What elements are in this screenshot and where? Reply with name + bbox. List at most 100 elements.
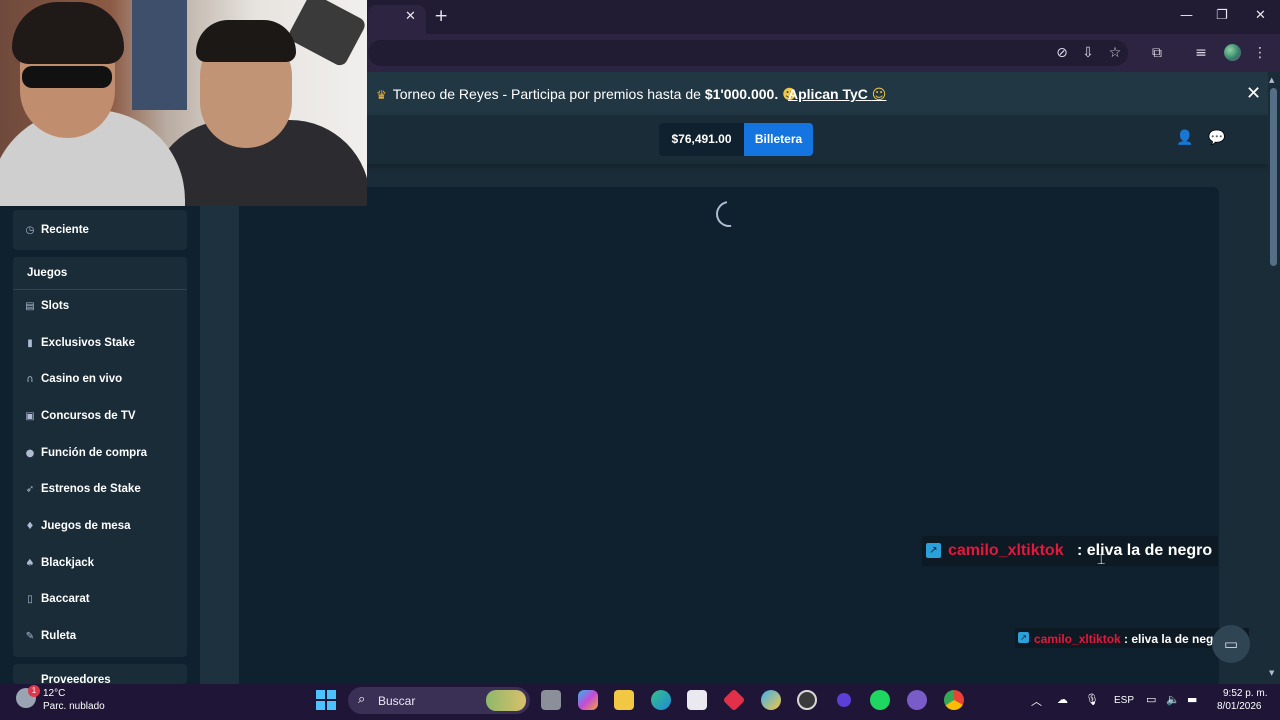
sidebar-item-slots[interactable]: ▤ Slots: [13, 290, 187, 326]
card-icon: ▯: [27, 594, 33, 605]
battery-icon[interactable]: ▬: [1187, 693, 1197, 706]
webcam-overlay: [0, 0, 367, 206]
user-icon[interactable]: 👤: [1176, 130, 1193, 146]
address-bar[interactable]: [368, 40, 1128, 66]
chat-overlay-large: ↗ camilo_xltiktok : eliva la de negro: [922, 536, 1218, 566]
sidebar-item-table-games[interactable]: ♦ Juegos de mesa: [13, 510, 187, 546]
sidebar-item-label: Baccarat: [41, 593, 90, 605]
sidebar-item-label: Juegos de mesa: [41, 520, 131, 532]
search-icon: ⌕: [358, 692, 366, 707]
spade-icon: ♠: [25, 558, 35, 569]
crown-icon: ♛: [376, 88, 387, 102]
sidebar-item-blackjack[interactable]: ♠ Blackjack: [13, 547, 187, 583]
sidebar-item-label: Casino en vivo: [41, 373, 123, 385]
sidebar-item-label: Función de compra: [41, 447, 148, 459]
search-label: Buscar: [378, 694, 416, 708]
coin-icon: ●: [25, 448, 35, 459]
language-indicator[interactable]: ESP: [1114, 695, 1134, 706]
sidebar-item-label: Concursos de TV: [41, 410, 136, 422]
file-explorer-icon[interactable]: [614, 690, 634, 710]
bookmark-star-icon[interactable]: ☆: [1106, 44, 1124, 62]
mouse-cursor-icon: ⌶: [1097, 552, 1106, 568]
scrollbar-thumb[interactable]: [1270, 88, 1277, 266]
app-multicolor-icon[interactable]: [761, 690, 781, 710]
restore-icon[interactable]: ❐: [1216, 8, 1228, 23]
game-panel: [239, 187, 1219, 684]
main-left-strip: [200, 187, 239, 684]
weather-description[interactable]: Parc. nublado: [43, 701, 105, 712]
spotify-icon[interactable]: [870, 690, 890, 710]
terms-link-label: Aplican TyC: [788, 86, 868, 102]
onedrive-icon[interactable]: ☁: [1057, 693, 1068, 706]
microphone-icon[interactable]: 🎙: [1085, 693, 1099, 706]
sidebar-item-roulette[interactable]: ✎ Ruleta: [13, 620, 187, 656]
sidebar-item-recent[interactable]: ◷ Reciente: [13, 214, 187, 250]
tray-overflow-icon[interactable]: ︿: [1031, 693, 1042, 709]
windows-start-icon[interactable]: [316, 690, 336, 710]
weather-temperature[interactable]: 12°C: [43, 688, 65, 699]
sidebar-item-label: Reciente: [41, 224, 89, 236]
sidebar-item-label: Slots: [41, 300, 70, 312]
live-chat-button[interactable]: ▭: [1212, 625, 1250, 663]
rocket-icon: ➶: [25, 484, 35, 495]
edge-icon[interactable]: [651, 690, 671, 710]
sidebar-item-live-casino[interactable]: ∩ Casino en vivo: [13, 363, 187, 399]
roulette-icon: ✎: [25, 631, 35, 642]
tab-close-icon[interactable]: ✕: [405, 9, 416, 24]
banner-close-icon[interactable]: ✕: [1246, 83, 1261, 104]
window-close-icon[interactable]: ✕: [1255, 8, 1266, 23]
chat-icon[interactable]: 💬: [1208, 130, 1225, 146]
sidebar-item-exclusives[interactable]: ▮ Exclusivos Stake: [13, 327, 187, 363]
extensions-icon[interactable]: ⧉: [1148, 44, 1166, 62]
sidebar-item-label: Ruleta: [41, 630, 77, 642]
chat-app-icon[interactable]: [907, 690, 927, 710]
copilot-icon[interactable]: [578, 690, 598, 710]
store-icon[interactable]: [687, 690, 707, 710]
sidebar-providers-card[interactable]: Proveedores: [13, 664, 187, 684]
scroll-up-icon[interactable]: ▲: [1269, 76, 1274, 84]
chrome-icon[interactable]: [944, 690, 964, 710]
drop-icon: ♦: [25, 521, 35, 532]
browser-tab[interactable]: [368, 5, 426, 34]
clock-icon: ◷: [25, 225, 35, 236]
new-tab-icon[interactable]: +: [434, 6, 448, 26]
sidebar-item-stake-releases[interactable]: ➶ Estrenos de Stake: [13, 473, 187, 509]
sidebar-item-tv-contests[interactable]: ▣ Concursos de TV: [13, 400, 187, 436]
sidebar-item-label: Estrenos de Stake: [41, 483, 141, 495]
slots-icon: ▤: [25, 301, 35, 312]
minimize-icon[interactable]: —: [1180, 8, 1193, 23]
sidebar-item-label: Proveedores: [41, 674, 111, 684]
sidebar-item-buy-feature[interactable]: ● Función de compra: [13, 437, 187, 473]
wallet-button[interactable]: Billetera: [744, 123, 813, 156]
gift-icon: ▣: [25, 411, 35, 422]
promo-text: Torneo de Reyes - Participa por premios …: [392, 86, 705, 102]
scroll-down-icon[interactable]: ▼: [1269, 669, 1274, 677]
bookmark-icon: ▮: [27, 338, 33, 349]
task-view-icon[interactable]: [541, 690, 561, 710]
network-icon[interactable]: ▭: [1146, 693, 1156, 706]
tiktok-icon: ↗: [926, 543, 941, 558]
person-left-hair: [12, 2, 124, 64]
menu-icon[interactable]: ⋮: [1251, 44, 1269, 62]
taskbar-search[interactable]: ⌕ Buscar: [348, 687, 530, 714]
install-app-icon[interactable]: ⇩: [1079, 44, 1097, 62]
clock-date[interactable]: 8/01/2026: [1217, 701, 1262, 712]
balance-display[interactable]: $76,491.00: [659, 123, 744, 156]
sidebar-item-label: Exclusivos Stake: [41, 337, 135, 349]
media-control-icon[interactable]: ≡: [1192, 44, 1210, 62]
profile-avatar[interactable]: [1224, 44, 1241, 61]
emoji-icon: ☺: [871, 87, 887, 103]
sidebar-item-baccarat[interactable]: ▯ Baccarat: [13, 583, 187, 619]
chat-message: : eliva la de negro: [1124, 632, 1226, 646]
chat-username: camilo_xltiktok: [948, 542, 1064, 559]
volume-icon[interactable]: 🔈: [1166, 693, 1180, 706]
obs-icon[interactable]: [797, 690, 817, 710]
terms-link[interactable]: Aplican TyC ☺: [788, 86, 886, 103]
app-purple-icon[interactable]: [834, 690, 854, 710]
promo-banner-text: ♛ Torneo de Reyes - Participa por premios…: [376, 86, 797, 103]
clock-time[interactable]: 9:52 p. m.: [1223, 688, 1267, 699]
person-left-sunglasses: [22, 66, 112, 88]
tracking-blocked-icon[interactable]: ⊘: [1053, 44, 1071, 62]
promo-amount: $1'000.000.: [704, 86, 779, 102]
webcam-poster: [132, 0, 187, 110]
